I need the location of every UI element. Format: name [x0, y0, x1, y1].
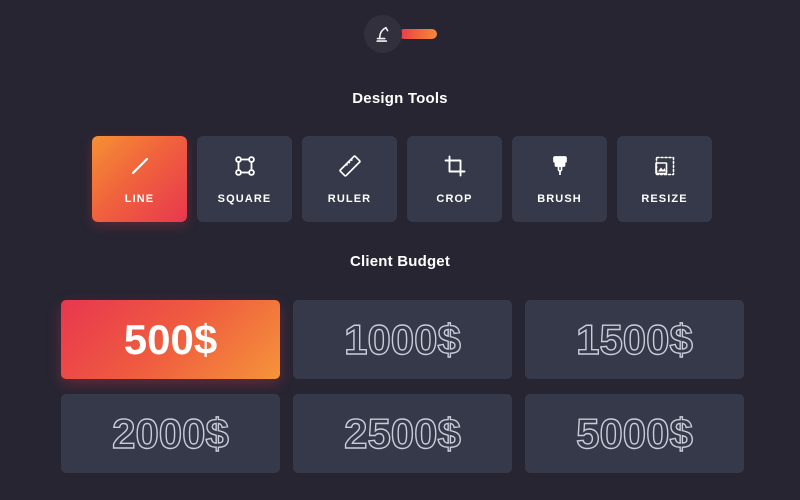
budget-value: 2000$: [111, 409, 229, 457]
tool-ruler[interactable]: RULER: [302, 136, 397, 222]
budget-option-5000[interactable]: 5000$: [525, 394, 744, 473]
design-tools-heading: Design Tools: [352, 90, 448, 107]
budget-value: 1000$: [343, 315, 461, 363]
budget-option-1500[interactable]: 1500$: [525, 300, 744, 379]
tool-square[interactable]: SQUARE: [197, 136, 292, 222]
logo-badge[interactable]: [363, 15, 402, 53]
tool-label: RULER: [327, 193, 372, 205]
diagonal-line-icon: [128, 153, 152, 179]
budget-value: 2500$: [343, 409, 461, 457]
budget-value: 5000$: [575, 409, 693, 457]
tool-brush[interactable]: BRUSH: [512, 136, 607, 222]
crop-icon: [443, 153, 467, 179]
tool-line[interactable]: LINE: [92, 136, 187, 222]
brush-icon: [548, 153, 572, 179]
budget-value: 1500$: [575, 315, 693, 363]
resize-image-icon: [653, 153, 677, 179]
tool-label: LINE: [124, 193, 155, 205]
budget-option-2500[interactable]: 2500$: [293, 394, 512, 473]
tool-label: BRUSH: [537, 193, 582, 205]
microscope-icon: [373, 24, 393, 44]
budget-value: 500$: [123, 315, 218, 363]
ruler-icon: [338, 153, 362, 179]
tool-label: CROP: [436, 193, 473, 205]
logo-cluster: [363, 15, 437, 53]
tool-crop[interactable]: CROP: [407, 136, 502, 222]
tool-resize[interactable]: RESIZE: [617, 136, 712, 222]
square-nodes-icon: [233, 153, 257, 179]
budget-option-1000[interactable]: 1000$: [293, 300, 512, 379]
budget-option-500[interactable]: 500$: [61, 300, 280, 379]
brand-accent-bar: [398, 29, 437, 39]
client-budget-heading: Client Budget: [349, 253, 451, 270]
tool-label: RESIZE: [641, 193, 688, 205]
design-tools-row: LINE SQUARE RULER CROP BRUSH RESIZE: [92, 136, 722, 222]
app-header: [0, 14, 800, 54]
tool-label: SQUARE: [217, 193, 272, 205]
budget-option-2000[interactable]: 2000$: [61, 394, 280, 473]
client-budget-grid: 500$ 1000$ 1500$ 2000$ 2500$ 5000$: [61, 300, 744, 473]
